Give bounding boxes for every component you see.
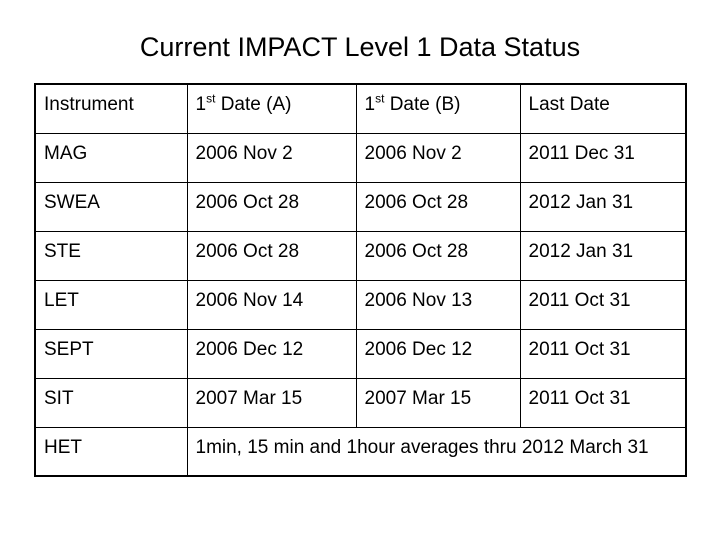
cell-instrument-value: SEPT (44, 338, 94, 360)
cell-first-date-b-value: 2007 Mar 15 (364, 387, 472, 409)
cell-first-date-a: 2006 Nov 14 (186, 279, 357, 330)
cell-last-date-value: 2012 Jan 31 (528, 240, 634, 262)
cell-instrument: SIT (34, 377, 188, 428)
cell-first-date-b: 2006 Dec 12 (355, 328, 521, 379)
table-row: SIT 2007 Mar 15 2007 Mar 15 2011 Oct 31 (34, 377, 687, 428)
cell-instrument: HET (34, 426, 188, 477)
cell-instrument-value: SWEA (44, 191, 100, 213)
cell-first-date-a: 2006 Nov 2 (186, 132, 357, 183)
cell-first-date-a-value: 2007 Mar 15 (195, 387, 303, 409)
cell-instrument: SEPT (34, 328, 188, 379)
cell-instrument-value: LET (44, 289, 79, 311)
cell-instrument: LET (34, 279, 188, 330)
cell-first-date-b-value: 2006 Nov 2 (364, 142, 462, 164)
cell-first-date-b: 2006 Oct 28 (355, 181, 521, 232)
data-table-container: Instrument 1st Date (A) 1st Date (B) Las… (34, 83, 687, 477)
cell-last-date-value: 2011 Oct 31 (528, 289, 631, 311)
cell-first-date-a: 2006 Oct 28 (186, 181, 357, 232)
cell-first-date-a-value: 2006 Dec 12 (195, 338, 304, 360)
column-header-last-date: Last Date (519, 83, 687, 134)
cell-last-date: 2012 Jan 31 (519, 181, 687, 232)
cell-first-date-b: 2006 Nov 2 (355, 132, 521, 183)
cell-last-date: 2011 Dec 31 (519, 132, 687, 183)
cell-last-date-value: 2011 Oct 31 (528, 387, 631, 409)
column-header-instrument: Instrument (34, 83, 188, 134)
table-header-row: Instrument 1st Date (A) 1st Date (B) Las… (34, 83, 687, 134)
cell-first-date-a: 2007 Mar 15 (186, 377, 357, 428)
column-header-last-date-label: Last Date (528, 94, 610, 115)
cell-first-date-b: 2006 Oct 28 (355, 230, 521, 281)
cell-first-date-b-value: 2006 Oct 28 (364, 240, 469, 262)
cell-last-date: 2011 Oct 31 (519, 328, 687, 379)
column-header-first-date-b-number: 1 (364, 94, 376, 115)
cell-last-date-value: 2011 Oct 31 (528, 338, 631, 360)
cell-instrument: MAG (34, 132, 188, 183)
cell-first-date-b-value: 2006 Oct 28 (364, 191, 469, 213)
cell-instrument-value: SIT (44, 387, 74, 409)
column-header-instrument-label: Instrument (44, 94, 134, 115)
cell-instrument-value: STE (44, 240, 81, 262)
column-header-first-date-a: 1st Date (A) (186, 83, 357, 134)
table-row: STE 2006 Oct 28 2006 Oct 28 2012 Jan 31 (34, 230, 687, 281)
table-row: SWEA 2006 Oct 28 2006 Oct 28 2012 Jan 31 (34, 181, 687, 232)
table-row: LET 2006 Nov 14 2006 Nov 13 2011 Oct 31 (34, 279, 687, 330)
cell-instrument: STE (34, 230, 188, 281)
column-header-first-date-b-text: Date (B) (384, 94, 461, 115)
table-row: SEPT 2006 Dec 12 2006 Dec 12 2011 Oct 31 (34, 328, 687, 379)
cell-instrument-value: MAG (44, 142, 88, 164)
cell-first-date-b-value: 2006 Dec 12 (364, 338, 473, 360)
cell-first-date-a: 2006 Oct 28 (186, 230, 357, 281)
cell-last-date-value: 2012 Jan 31 (528, 191, 634, 213)
cell-first-date-a-value: 2006 Nov 2 (195, 142, 293, 164)
column-header-first-date-b: 1st Date (B) (355, 83, 521, 134)
cell-last-date: 2011 Oct 31 (519, 377, 687, 428)
table-row-het: HET 1min, 15 min and 1hour averages thru… (34, 426, 687, 477)
page-title: Current IMPACT Level 1 Data Status (139, 32, 581, 62)
table-row: MAG 2006 Nov 2 2006 Nov 2 2011 Dec 31 (34, 132, 687, 183)
cell-last-date-value: 2011 Dec 31 (528, 142, 635, 164)
cell-first-date-b: 2007 Mar 15 (355, 377, 521, 428)
cell-first-date-b: 2006 Nov 13 (355, 279, 521, 330)
cell-first-date-a: 2006 Dec 12 (186, 328, 357, 379)
column-header-first-date-a-number: 1 (195, 94, 207, 115)
cell-last-date: 2012 Jan 31 (519, 230, 687, 281)
column-header-first-date-a-text: Date (A) (215, 94, 292, 115)
impact-level1-status-table: Instrument 1st Date (A) 1st Date (B) Las… (34, 83, 687, 477)
cell-het-note-value: 1min, 15 min and 1hour averages thru 201… (195, 436, 649, 458)
cell-first-date-a-value: 2006 Nov 14 (195, 289, 304, 311)
cell-first-date-a-value: 2006 Oct 28 (195, 240, 300, 262)
cell-first-date-a-value: 2006 Oct 28 (195, 191, 300, 213)
slide-canvas: Current IMPACT Level 1 Data Status Instr… (0, 0, 720, 540)
cell-last-date: 2011 Oct 31 (519, 279, 687, 330)
cell-instrument-value: HET (44, 436, 82, 458)
cell-first-date-b-value: 2006 Nov 13 (364, 289, 473, 311)
cell-het-note: 1min, 15 min and 1hour averages thru 201… (186, 426, 687, 477)
cell-instrument: SWEA (34, 181, 188, 232)
